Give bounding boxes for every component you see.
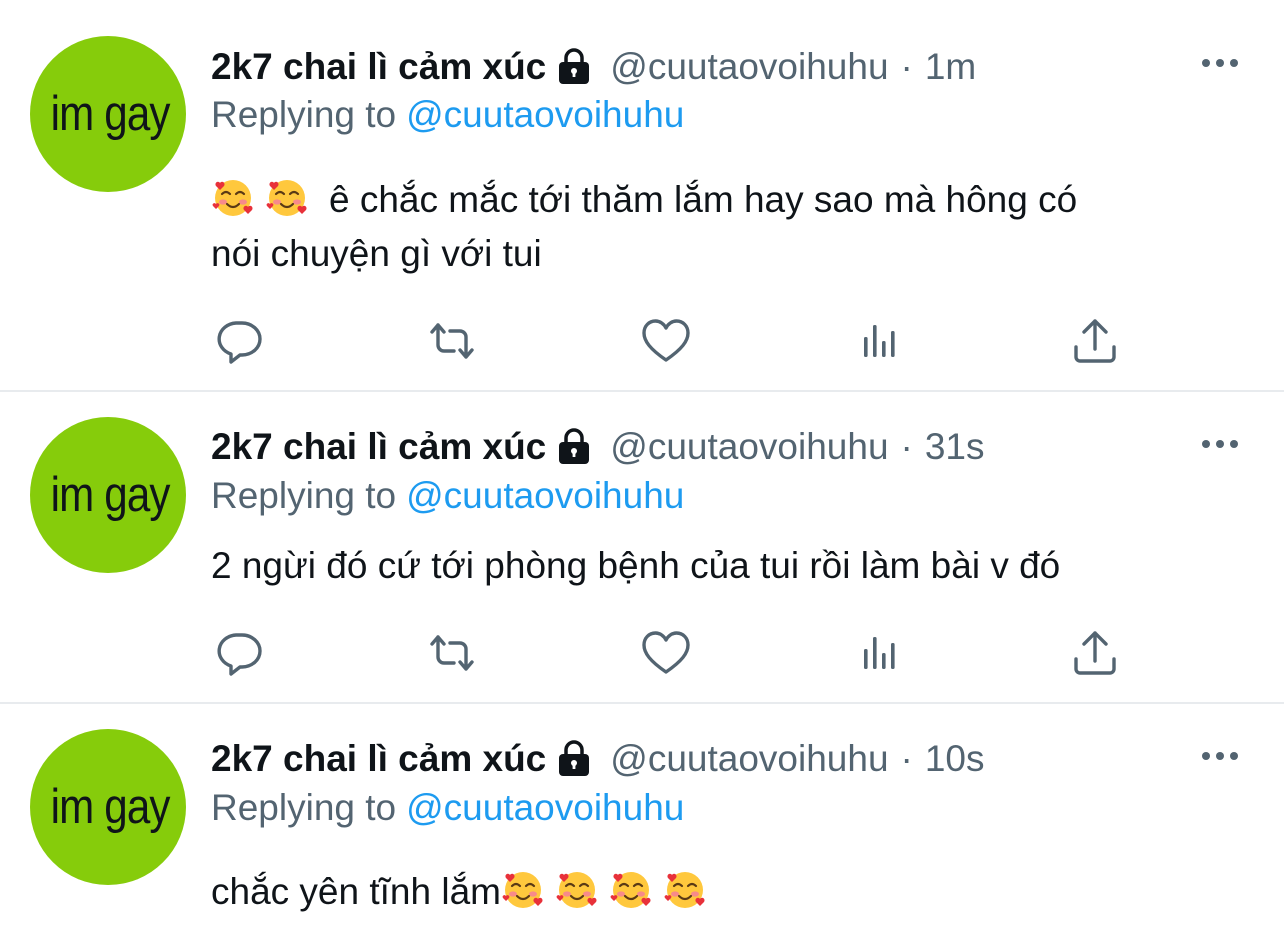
more-options-icon[interactable] bbox=[1198, 432, 1242, 456]
lock-icon bbox=[554, 47, 594, 87]
reply-button[interactable] bbox=[212, 315, 264, 367]
tweet-actions bbox=[0, 627, 1284, 683]
share-button[interactable] bbox=[1069, 315, 1121, 367]
reply-icon bbox=[212, 315, 264, 367]
tweet-text: ê chắc mắc tới thăm lắm hay sao mà hông … bbox=[211, 173, 1261, 281]
replying-to-label: Replying to bbox=[211, 787, 397, 828]
like-icon bbox=[640, 315, 692, 367]
smiling-face-with-hearts-icon bbox=[555, 868, 599, 912]
divider bbox=[0, 702, 1284, 704]
like-button[interactable] bbox=[640, 627, 692, 679]
tweet-text-content: chắc yên tĩnh lắm bbox=[211, 871, 501, 912]
tweet-text-line-2: nói chuyện gì với tui bbox=[211, 233, 542, 274]
smiling-face-with-hearts-icon bbox=[211, 176, 255, 220]
display-name[interactable]: 2k7 chai lì cảm xúc bbox=[211, 738, 546, 780]
tweet-text: chắc yên tĩnh lắm bbox=[211, 865, 1261, 919]
more-options-icon[interactable] bbox=[1198, 51, 1242, 75]
replying-to-handle[interactable]: @cuutaovoihuhu bbox=[406, 94, 684, 135]
replying-to: Replying to @cuutaovoihuhu bbox=[211, 787, 684, 829]
analytics-button[interactable] bbox=[855, 627, 907, 679]
replying-to-handle[interactable]: @cuutaovoihuhu bbox=[406, 475, 684, 516]
retweet-icon bbox=[426, 315, 478, 367]
retweet-button[interactable] bbox=[426, 315, 478, 367]
tweet-text-line: ê chắc mắc tới thăm lắm hay sao mà hông … bbox=[211, 173, 1261, 227]
share-button[interactable] bbox=[1069, 627, 1121, 679]
timestamp[interactable]: 31s bbox=[925, 426, 985, 468]
replying-to-label: Replying to bbox=[211, 94, 397, 135]
replying-to: Replying to @cuutaovoihuhu bbox=[211, 94, 684, 136]
lock-icon bbox=[554, 427, 594, 467]
smiling-face-with-hearts-icon bbox=[501, 868, 545, 912]
smiling-face-with-hearts-icon bbox=[609, 868, 653, 912]
separator-dot: · bbox=[900, 426, 913, 467]
avatar[interactable]: im gay bbox=[30, 417, 186, 573]
avatar[interactable]: im gay bbox=[30, 729, 186, 885]
more-options-icon[interactable] bbox=[1198, 744, 1242, 768]
tweet[interactable]: im gay 2k7 chai lì cảm xúc @cuutaovoihuh… bbox=[0, 705, 1284, 952]
separator-dot: · bbox=[900, 46, 913, 87]
display-name[interactable]: 2k7 chai lì cảm xúc bbox=[211, 46, 546, 88]
tweet-text: 2 ngừi đó cứ tới phòng bệnh của tui rồi … bbox=[211, 545, 1061, 586]
tweet-feed: im gay 2k7 chai lì cảm xúc @cuutaovoihuh… bbox=[0, 0, 1284, 952]
tweet-text-line-1: ê chắc mắc tới thăm lắm hay sao mà hông … bbox=[329, 179, 1078, 220]
avatar-text: im gay bbox=[50, 87, 171, 141]
tweet[interactable]: im gay 2k7 chai lì cảm xúc @cuutaovoihuh… bbox=[0, 393, 1284, 704]
lock-icon bbox=[554, 739, 594, 779]
tweet-actions bbox=[0, 315, 1284, 371]
tweet-header: 2k7 chai lì cảm xúc @cuutaovoihuhu · 1m bbox=[211, 39, 976, 95]
replying-to: Replying to @cuutaovoihuhu bbox=[211, 475, 684, 517]
tweet[interactable]: im gay 2k7 chai lì cảm xúc @cuutaovoihuh… bbox=[0, 0, 1284, 392]
display-name[interactable]: 2k7 chai lì cảm xúc bbox=[211, 426, 546, 468]
replying-to-handle[interactable]: @cuutaovoihuhu bbox=[406, 787, 684, 828]
share-icon bbox=[1069, 627, 1121, 679]
replying-to-label: Replying to bbox=[211, 475, 397, 516]
reply-button[interactable] bbox=[212, 627, 264, 679]
user-handle[interactable]: @cuutaovoihuhu bbox=[610, 426, 888, 468]
tweet-header: 2k7 chai lì cảm xúc @cuutaovoihuhu · 31s bbox=[211, 419, 985, 475]
smiling-face-with-hearts-icon bbox=[265, 176, 309, 220]
separator-dot: · bbox=[900, 738, 913, 779]
user-handle[interactable]: @cuutaovoihuhu bbox=[610, 46, 888, 88]
avatar[interactable]: im gay bbox=[30, 36, 186, 192]
like-button[interactable] bbox=[640, 315, 692, 367]
smiling-face-with-hearts-icon bbox=[663, 868, 707, 912]
user-handle[interactable]: @cuutaovoihuhu bbox=[610, 738, 888, 780]
avatar-text: im gay bbox=[50, 780, 171, 834]
avatar-text: im gay bbox=[50, 468, 171, 522]
retweet-icon bbox=[426, 627, 478, 679]
tweet-header: 2k7 chai lì cảm xúc @cuutaovoihuhu · 10s bbox=[211, 731, 985, 787]
analytics-button[interactable] bbox=[855, 315, 907, 367]
like-icon bbox=[640, 627, 692, 679]
reply-icon bbox=[212, 627, 264, 679]
retweet-button[interactable] bbox=[426, 627, 478, 679]
analytics-icon bbox=[855, 315, 907, 367]
timestamp[interactable]: 10s bbox=[925, 738, 985, 780]
divider bbox=[0, 390, 1284, 392]
analytics-icon bbox=[855, 627, 907, 679]
share-icon bbox=[1069, 315, 1121, 367]
timestamp[interactable]: 1m bbox=[925, 46, 976, 88]
